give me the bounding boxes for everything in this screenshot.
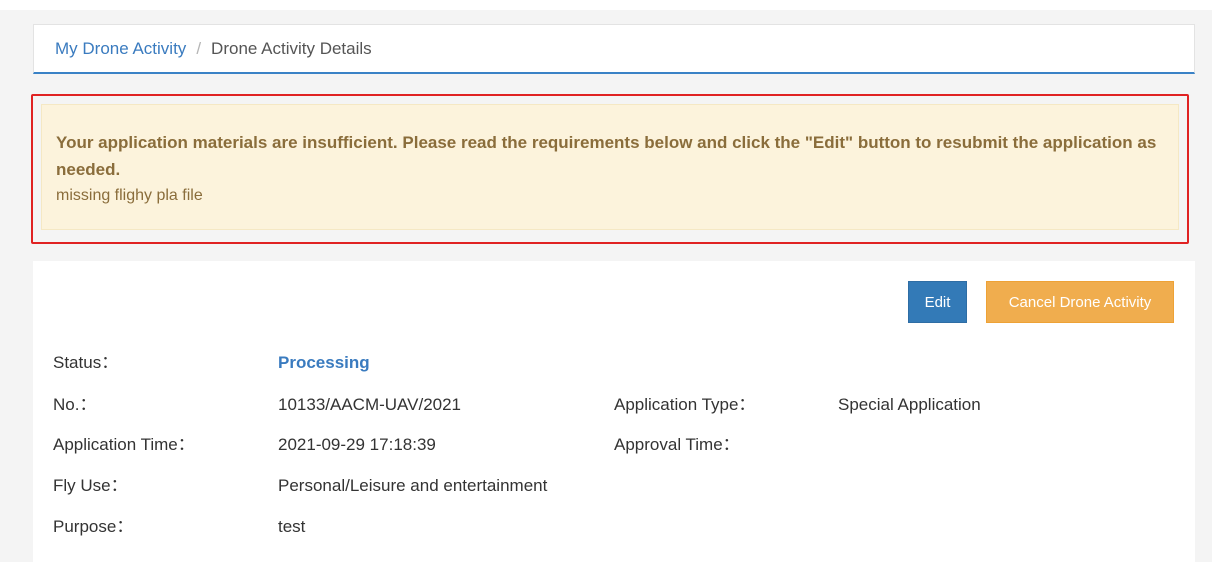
status-value: Processing [278, 353, 370, 372]
edit-button[interactable]: Edit [908, 281, 967, 323]
breadcrumb: My Drone Activity / Drone Activity Detai… [33, 24, 1195, 74]
no-value: 10133/AACM-UAV/2021 [278, 395, 462, 414]
application-time-value: 2021-09-29 17:18:39 [278, 435, 436, 454]
no-label: No.： [53, 395, 97, 414]
fly-use-value: Personal/Leisure and entertainment [278, 476, 548, 495]
breadcrumb-separator: / [196, 38, 202, 58]
details-panel: Edit Cancel Drone Activity Status： Proce… [33, 261, 1195, 562]
cancel-drone-activity-button[interactable]: Cancel Drone Activity [986, 281, 1174, 323]
top-header-strip [0, 0, 1212, 10]
warning-alert: Your application materials are insuffici… [41, 104, 1179, 230]
fly-use-label: Fly Use： [53, 476, 128, 495]
alert-highlight-box: Your application materials are insuffici… [31, 94, 1189, 244]
breadcrumb-link-my-drone-activity[interactable]: My Drone Activity [55, 39, 186, 59]
approval-time-label: Approval Time： [614, 435, 740, 454]
alert-detail: missing flighy pla file [56, 187, 203, 204]
breadcrumb-current: Drone Activity Details [211, 38, 372, 58]
status-label: Status： [53, 353, 119, 372]
purpose-value: test [278, 517, 306, 536]
application-time-label: Application Time： [53, 435, 195, 454]
purpose-label: Purpose： [53, 517, 134, 536]
application-type-label: Application Type： [614, 395, 756, 414]
alert-title: Your application materials are insuffici… [56, 133, 1157, 179]
application-type-value: Special Application [838, 395, 981, 414]
